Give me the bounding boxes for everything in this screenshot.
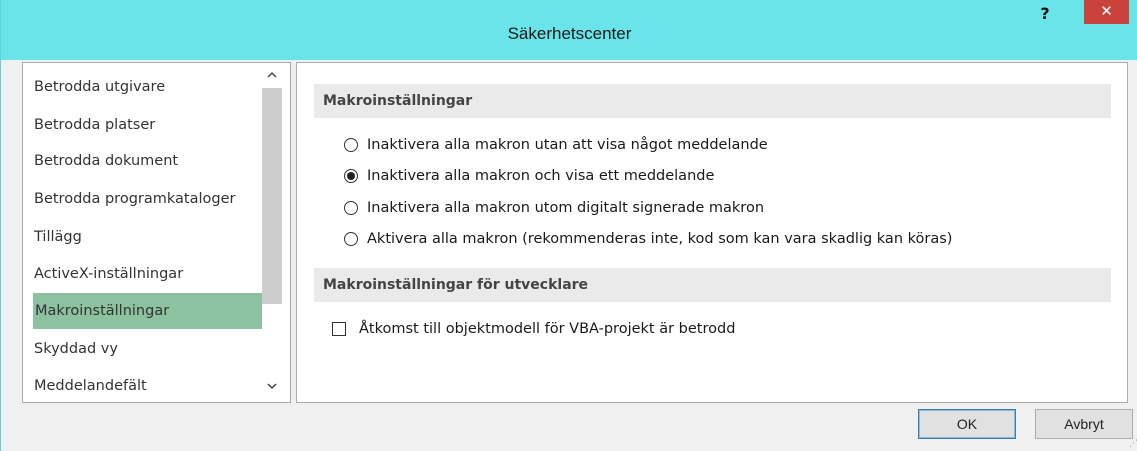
nav-item-protected-view[interactable]: Skyddad vy bbox=[34, 331, 264, 367]
category-scrollbar[interactable] bbox=[261, 62, 282, 403]
nav-item-trusted-publishers[interactable]: Betrodda utgivare bbox=[34, 69, 264, 105]
title-bar[interactable]: Säkerhetscenter ? ✕ bbox=[1, 0, 1137, 60]
cancel-button[interactable]: Avbryt bbox=[1035, 409, 1133, 439]
radio-label: Inaktivera alla makron och visa ett medd… bbox=[367, 168, 715, 184]
ok-button[interactable]: OK bbox=[918, 409, 1016, 439]
radio-disable-all-no-notification[interactable]: Inaktivera alla makron utan att visa någ… bbox=[344, 133, 768, 157]
radio-button[interactable] bbox=[344, 232, 358, 246]
trust-center-dialog: Säkerhetscenter ? ✕ Betrodda utgivare Be… bbox=[0, 0, 1137, 451]
radio-disable-all-with-notification[interactable]: Inaktivera alla makron och visa ett medd… bbox=[344, 164, 714, 188]
radio-button[interactable] bbox=[344, 201, 358, 215]
developer-settings-header: Makroinställningar för utvecklare bbox=[314, 268, 1111, 302]
nav-item-trusted-app-catalogs[interactable]: Betrodda programkataloger bbox=[34, 181, 264, 217]
scroll-down-arrow-icon[interactable] bbox=[261, 376, 282, 398]
radio-enable-all[interactable]: Aktivera alla makron (rekommenderas inte… bbox=[344, 227, 952, 251]
nav-item-activex-settings[interactable]: ActiveX-inställningar bbox=[34, 256, 264, 292]
checkbox-label: Åtkomst till objektmodell för VBA-projek… bbox=[359, 321, 736, 337]
macro-settings-header: Makroinställningar bbox=[314, 84, 1111, 118]
radio-button[interactable] bbox=[344, 138, 358, 152]
nav-item-addins[interactable]: Tillägg bbox=[34, 219, 264, 255]
settings-pane: Makroinställningar Inaktivera alla makro… bbox=[296, 62, 1128, 403]
vba-trust-checkbox[interactable] bbox=[332, 322, 346, 336]
nav-item-macro-settings[interactable]: Makroinställningar bbox=[33, 293, 262, 329]
radio-button-selected[interactable] bbox=[344, 169, 358, 183]
scroll-thumb[interactable] bbox=[262, 88, 282, 304]
radio-disable-except-signed[interactable]: Inaktivera alla makron utom digitalt sig… bbox=[344, 196, 764, 220]
radio-label: Inaktivera alla makron utom digitalt sig… bbox=[367, 200, 765, 216]
radio-label: Inaktivera alla makron utan att visa någ… bbox=[367, 137, 768, 153]
help-button[interactable]: ? bbox=[1034, 4, 1056, 24]
vba-trust-checkbox-row[interactable]: Åtkomst till objektmodell för VBA-projek… bbox=[332, 317, 735, 341]
category-list: Betrodda utgivare Betrodda platser Betro… bbox=[22, 62, 291, 403]
radio-label: Aktivera alla makron (rekommenderas inte… bbox=[367, 231, 953, 247]
window-title: Säkerhetscenter bbox=[507, 24, 632, 43]
close-icon: ✕ bbox=[1100, 2, 1113, 20]
nav-item-message-bar[interactable]: Meddelandefält bbox=[34, 368, 264, 404]
close-button[interactable]: ✕ bbox=[1084, 0, 1129, 24]
nav-item-trusted-locations[interactable]: Betrodda platser bbox=[34, 107, 264, 143]
nav-item-trusted-documents[interactable]: Betrodda dokument bbox=[34, 143, 264, 179]
resize-grip-icon[interactable]: ⋰ bbox=[1129, 440, 1137, 451]
scroll-up-arrow-icon[interactable] bbox=[261, 64, 282, 86]
